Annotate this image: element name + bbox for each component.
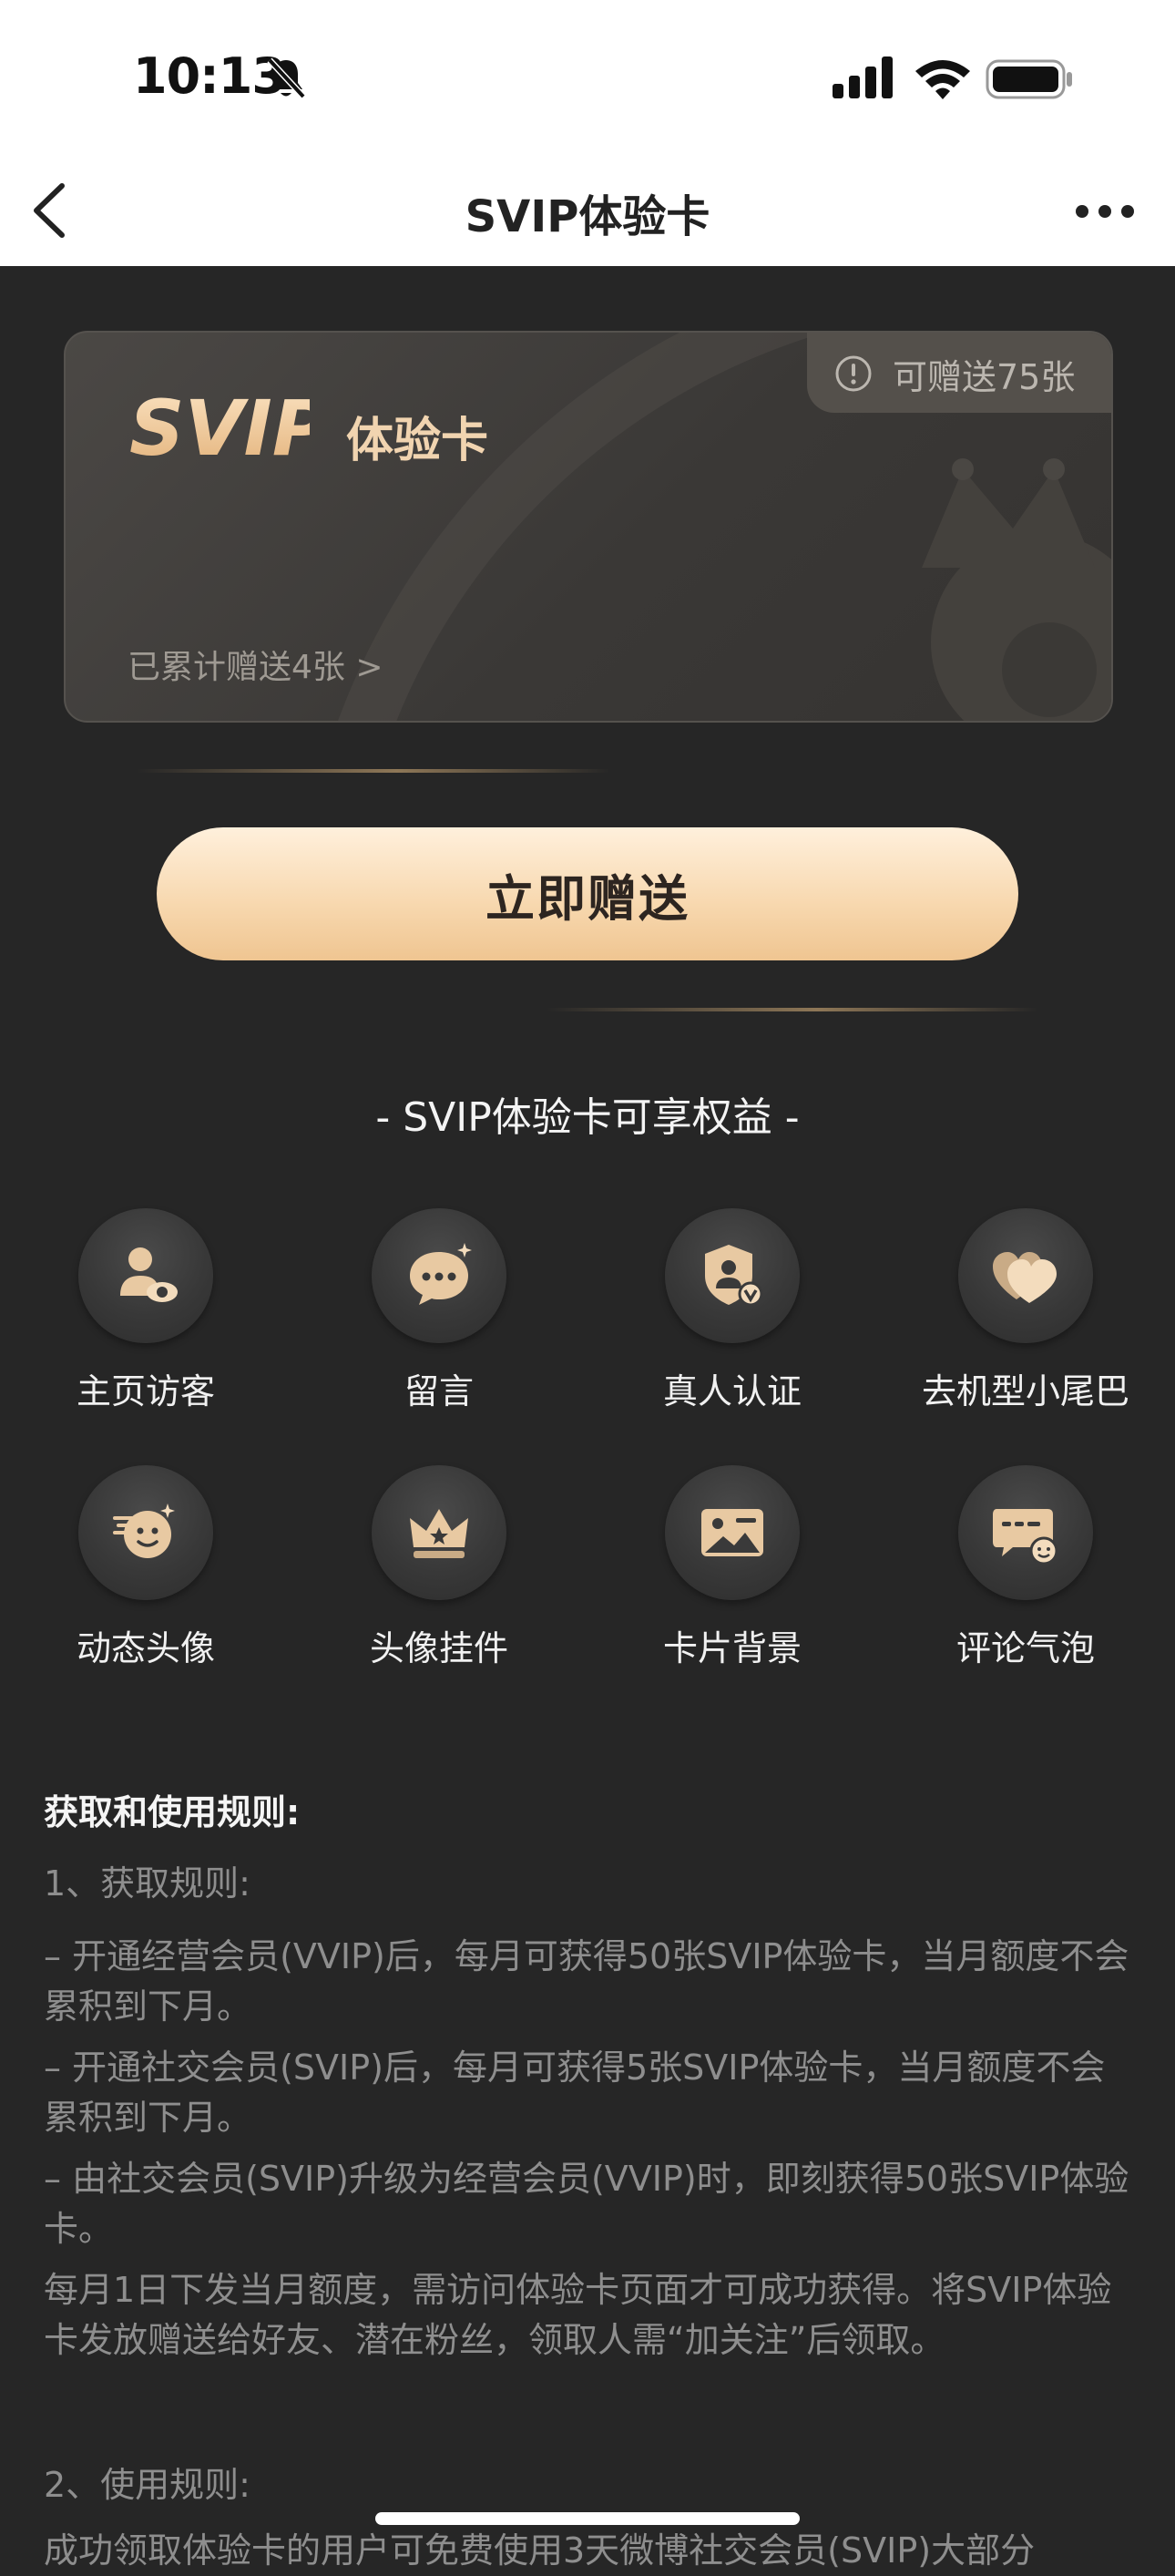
benefit-item-homepage-visitors[interactable]: 主页访客 bbox=[27, 1208, 264, 1411]
rules-paragraph: – 开通经营会员(VVIP)后，每月可获得50张SVIP体验卡，当月额度不会累积… bbox=[44, 1936, 1129, 2027]
status-bar: 10:13 bbox=[0, 0, 1175, 155]
benefit-item-card-background[interactable]: 卡片背景 bbox=[614, 1465, 851, 1668]
dynamic-avatar-icon bbox=[113, 1504, 175, 1558]
benefit-icon-circle bbox=[372, 1465, 506, 1600]
benefit-icon-circle bbox=[665, 1465, 800, 1600]
message-icon bbox=[410, 1243, 472, 1305]
benefit-label: 卡片背景 bbox=[662, 1628, 802, 1668]
decorative-divider bbox=[137, 769, 610, 773]
benefit-item-remove-device-tail[interactable]: 去机型小尾巴 bbox=[907, 1208, 1144, 1411]
rules-paragraph: 2、使用规则: bbox=[44, 2465, 250, 2505]
bell-muted-icon bbox=[267, 57, 306, 99]
benefit-label: 头像挂件 bbox=[369, 1628, 508, 1668]
benefit-label: 去机型小尾巴 bbox=[921, 1371, 1129, 1411]
benefit-label: 真人认证 bbox=[662, 1371, 802, 1411]
benefits-title: - SVIP体验卡可享权益 - bbox=[375, 1094, 800, 1141]
svip-logo: SVIP bbox=[129, 387, 310, 469]
battery-icon bbox=[986, 59, 1072, 99]
benefit-item-real-person-verification[interactable]: 真人认证 bbox=[614, 1208, 851, 1411]
navigation-bar: SVIP体验卡 bbox=[0, 155, 1175, 266]
benefit-icon-circle bbox=[958, 1208, 1093, 1343]
send-now-button[interactable]: 立即赠送 bbox=[157, 827, 1018, 960]
rules-paragraph: 1、获取规则: bbox=[44, 1863, 250, 1904]
crown-icon bbox=[410, 1509, 468, 1558]
benefit-item-avatar-pendant[interactable]: 头像挂件 bbox=[321, 1465, 557, 1668]
cellular-signal-icon bbox=[833, 56, 893, 98]
wifi-icon bbox=[915, 60, 970, 99]
svip-card: 可赠送75张 SVIP 体验卡 已累计赠送4张 > bbox=[64, 331, 1113, 723]
benefit-item-dynamic-avatar[interactable]: 动态头像 bbox=[27, 1465, 264, 1668]
status-time: 10:13 bbox=[133, 47, 286, 105]
sent-count-link[interactable]: 已累计赠送4张 > bbox=[128, 641, 383, 688]
benefit-icon-circle bbox=[958, 1465, 1093, 1600]
heart-icon bbox=[993, 1252, 1057, 1303]
svip-logo-text: SVIP bbox=[129, 387, 310, 469]
verify-icon bbox=[705, 1245, 763, 1307]
rules-paragraph: 成功领取体验卡的用户可免费使用3天微博社交会员(SVIP)大部分 bbox=[44, 2530, 1036, 2571]
rules-paragraph: – 由社交会员(SVIP)升级为经营会员(VVIP)时，即刻获得50张SVIP体… bbox=[44, 2159, 1129, 2249]
card-title: 体验卡 bbox=[346, 414, 489, 468]
picture-icon bbox=[701, 1509, 763, 1556]
gift-count-badge: 可赠送75张 bbox=[807, 333, 1111, 413]
benefit-item-message[interactable]: 留言 bbox=[321, 1208, 557, 1411]
page-title: SVIP体验卡 bbox=[465, 191, 710, 242]
visitor-icon bbox=[120, 1247, 178, 1302]
benefit-label: 主页访客 bbox=[76, 1371, 215, 1411]
benefit-icon-circle bbox=[372, 1208, 506, 1343]
benefit-item-comment-bubble[interactable]: 评论气泡 bbox=[907, 1465, 1144, 1668]
decorative-divider bbox=[547, 1008, 1038, 1011]
benefit-label: 动态头像 bbox=[76, 1628, 215, 1668]
benefit-icon-circle bbox=[78, 1465, 213, 1600]
benefit-label: 留言 bbox=[404, 1371, 474, 1411]
benefit-icon-circle bbox=[78, 1208, 213, 1343]
benefit-label: 评论气泡 bbox=[955, 1628, 1095, 1668]
info-icon bbox=[835, 355, 872, 392]
gift-count-text: 可赠送75张 bbox=[893, 357, 1076, 397]
benefit-icon-circle bbox=[665, 1208, 800, 1343]
comment-bubble-icon bbox=[993, 1509, 1058, 1565]
home-indicator[interactable] bbox=[375, 2512, 800, 2525]
more-options-icon[interactable] bbox=[1073, 193, 1137, 230]
rules-title: 获取和使用规则: bbox=[44, 1792, 301, 1832]
rules-paragraph: – 开通社交会员(SVIP)后，每月可获得5张SVIP体验卡，当月额度不会累积到… bbox=[44, 2047, 1106, 2138]
rules-paragraph: 每月1日下发当月额度，需访问体验卡页面才可成功获得。将SVIP体验卡发放赠送给好… bbox=[44, 2270, 1112, 2360]
